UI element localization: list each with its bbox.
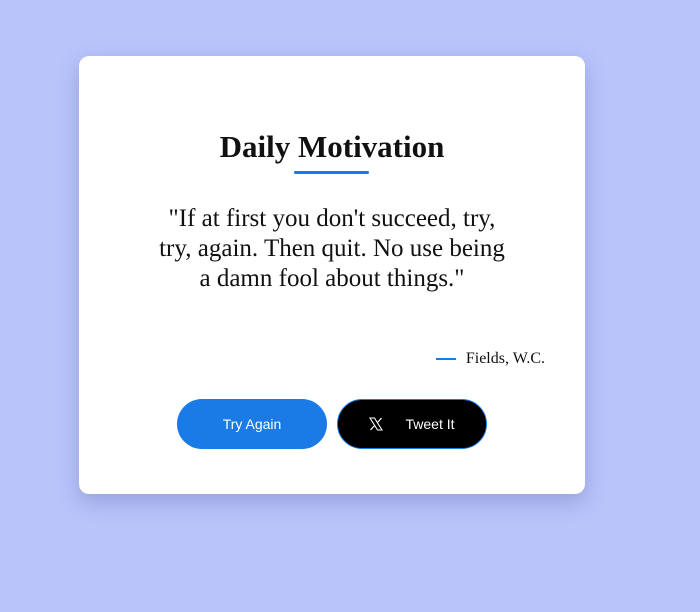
quote-card: Daily Motivation "If at first you don't … xyxy=(79,56,585,494)
tweet-label: Tweet It xyxy=(405,416,455,432)
try-again-button[interactable]: Try Again xyxy=(177,399,327,449)
try-again-label: Try Again xyxy=(222,416,282,432)
quote-text: "If at first you don't succeed, try, try… xyxy=(159,205,505,292)
title-underline xyxy=(294,171,369,174)
author-name: Fields, W.C. xyxy=(465,350,545,367)
author-dash xyxy=(435,358,456,360)
tweet-button[interactable]: Tweet It xyxy=(337,399,487,449)
x-logo-icon xyxy=(369,417,384,431)
page-title: Daily Motivation xyxy=(219,129,445,164)
quote-author: Fields, W.C. xyxy=(435,350,545,368)
